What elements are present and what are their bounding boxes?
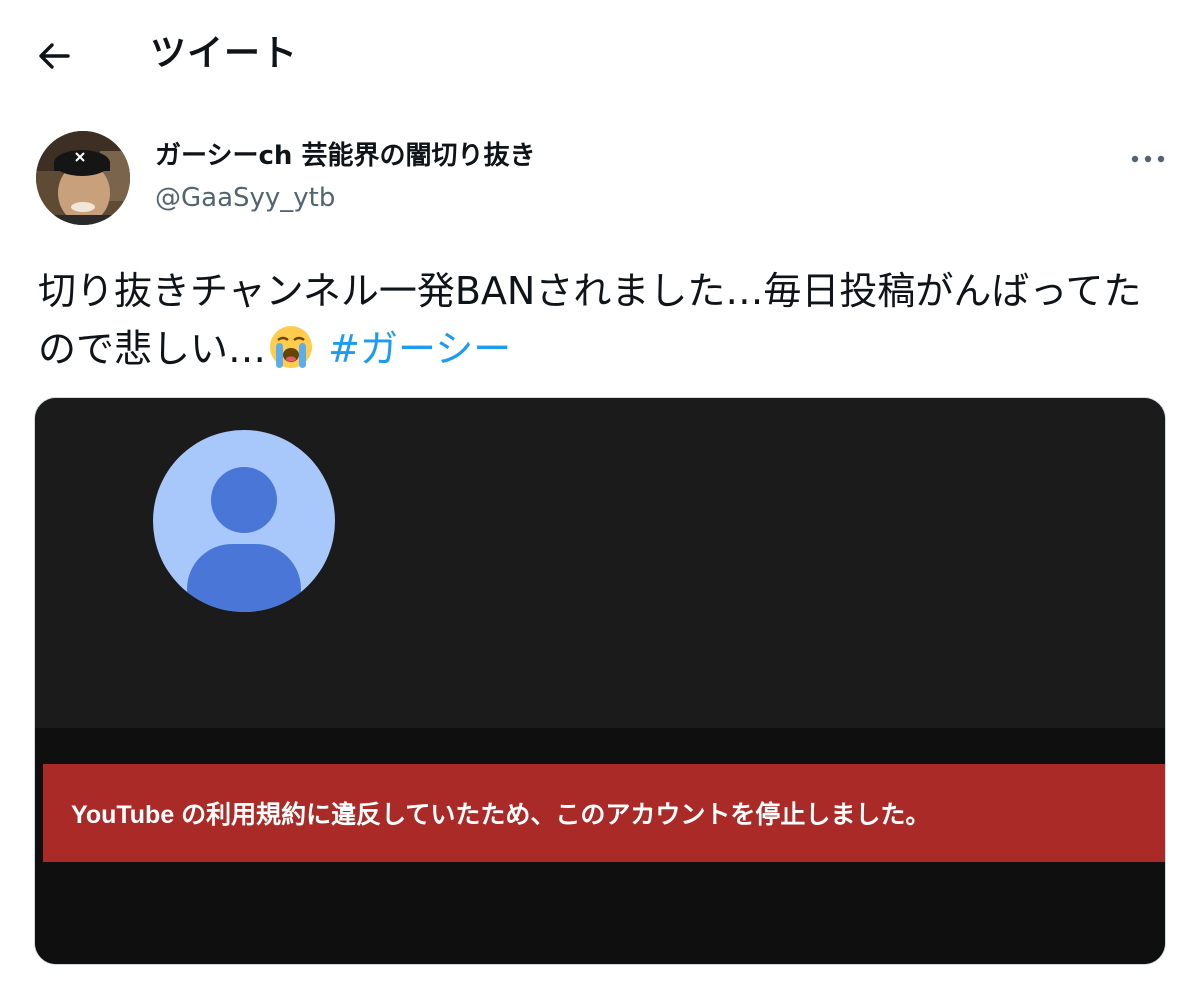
tweet-text: 切り抜きチャンネル一発BANされました…毎日投稿がんばってたので悲しい… #ガー… — [38, 262, 1168, 378]
page-title: ツイート — [150, 33, 299, 74]
arrow-left-icon — [39, 43, 70, 69]
ban-notice-banner: YouTube の利用規約に違反していたため、このアカウントを停止しました。 — [43, 764, 1165, 862]
tweet-header: ツイート — [0, 0, 1196, 110]
ban-notice-text: YouTube の利用規約に違反していたため、このアカウントを停止しました。 — [71, 801, 931, 829]
default-user-avatar-icon — [153, 430, 335, 612]
more-horizontal-icon — [1131, 155, 1165, 163]
back-button[interactable] — [32, 36, 76, 76]
author-handle[interactable]: @GaaSyy_ytb — [155, 180, 335, 216]
hashtag-link[interactable]: #ガーシー — [328, 327, 511, 371]
tweet-body-text: 切り抜きチャンネル一発BANされました…毎日投稿がんばってたので悲しい… — [38, 269, 1142, 371]
more-options-button[interactable] — [1126, 142, 1170, 176]
tweet-media-image[interactable]: YouTube の利用規約に違反していたため、このアカウントを停止しました。 — [34, 397, 1166, 965]
loudly-crying-face-emoji — [270, 326, 313, 368]
avatar[interactable] — [36, 131, 130, 225]
author-display-name[interactable]: ガーシーch 芸能界の闇切り抜き — [155, 138, 535, 174]
avatar-photo — [36, 131, 130, 225]
